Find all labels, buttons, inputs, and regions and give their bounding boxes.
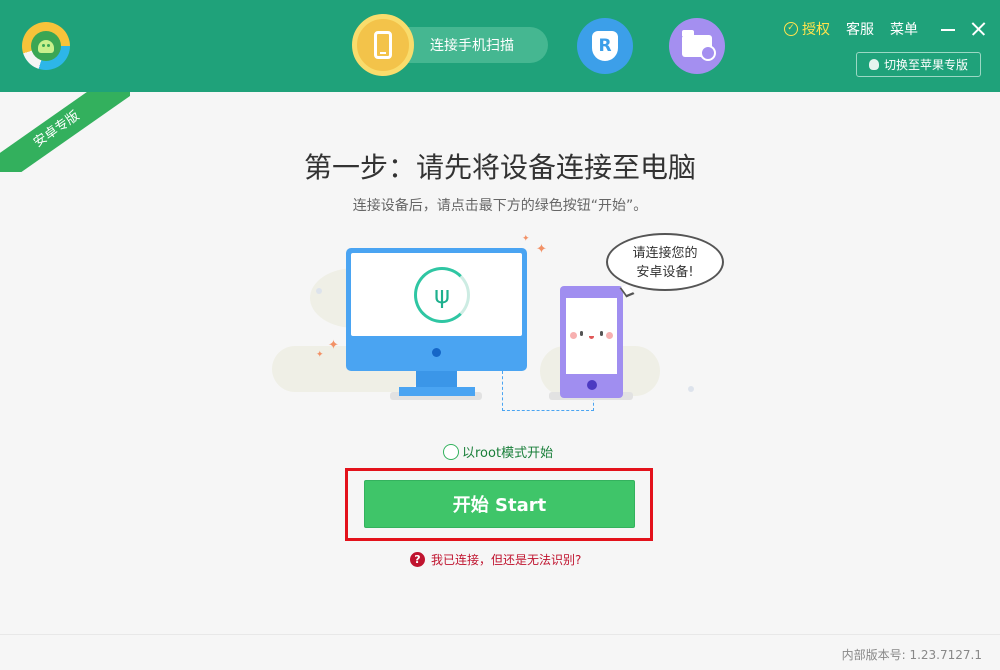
speech-bubble: 请连接您的 安卓设备!: [606, 233, 724, 291]
phone-graphic: [560, 286, 623, 398]
auth-link[interactable]: ✓ 授权: [784, 19, 830, 39]
version-label: 内部版本号: 1.23.7127.1: [841, 648, 982, 662]
close-icon[interactable]: [970, 21, 986, 37]
android-icon: [31, 31, 61, 61]
nav-scan-label: 连接手机扫描: [430, 38, 514, 54]
shield-r-icon: R: [592, 31, 618, 61]
sparkle-icon: ✦: [536, 242, 547, 257]
page-subtitle: 连接设备后，请点击最下方的绿色按钮“开始”。: [352, 198, 648, 214]
page-title: 第一步：请先将设备连接至电脑: [303, 151, 696, 184]
sparkle-icon: ✦: [316, 350, 324, 360]
minimize-icon[interactable]: [940, 21, 956, 37]
menu-link[interactable]: 菜单: [890, 19, 918, 39]
check-circle-icon: ✓: [784, 22, 798, 36]
apple-icon: [868, 59, 879, 70]
usb-icon: ψ: [414, 267, 470, 323]
nav-connect-phone-scan[interactable]: 连接手机扫描: [352, 14, 550, 76]
header: 连接手机扫描 R ✓ 授权 客服 菜单 切换至苹果专版: [0, 0, 1000, 92]
question-icon: ?: [410, 552, 425, 567]
switch-apple-version-button[interactable]: 切换至苹果专版: [856, 52, 981, 77]
root-mode-radio[interactable]: 以root模式开始: [443, 442, 553, 461]
customer-service-link[interactable]: 客服: [846, 19, 874, 39]
app-logo: [22, 22, 70, 70]
folder-clock-icon: [682, 30, 716, 61]
radio-circle-icon[interactable]: [443, 443, 459, 460]
root-mode-label: 以root模式开始: [462, 446, 554, 461]
footer: 内部版本号: 1.23.7127.1: [0, 634, 1000, 670]
sparkle-icon: ✦: [328, 338, 339, 353]
phone-icon: [352, 14, 414, 76]
start-button[interactable]: 开始 Start: [364, 480, 635, 528]
monitor-graphic: ψ: [346, 248, 527, 371]
help-link[interactable]: ? 我已连接，但还是无法识别?: [410, 551, 581, 568]
nav-root-shield-button[interactable]: R: [577, 18, 633, 74]
top-links: ✓ 授权 客服 菜单: [784, 19, 986, 39]
connect-illustration: ✦ ✦ ✦ ✦ ψ 请连接您的 安卓设备!: [270, 228, 730, 418]
sparkle-icon: ✦: [522, 234, 530, 244]
nav-history-folder-button[interactable]: [669, 18, 725, 74]
